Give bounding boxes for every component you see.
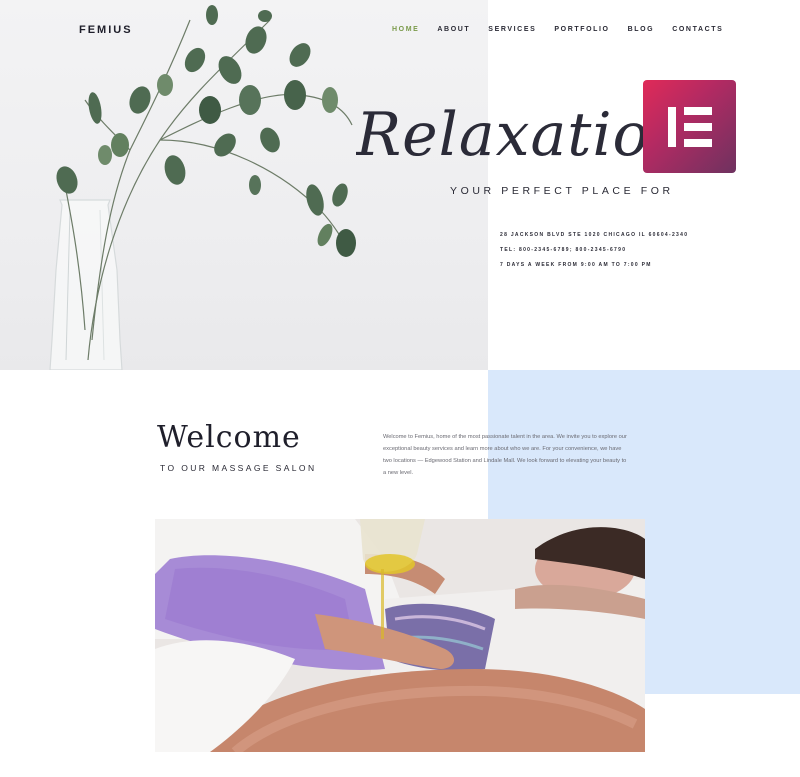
hero-phone: TEL: 800-2345-6789; 800-2345-6790 <box>500 247 627 253</box>
nav-portfolio[interactable]: PORTFOLIO <box>554 26 609 33</box>
main-nav: HOME ABOUT SERVICES PORTFOLIO BLOG CONTA… <box>392 26 741 33</box>
nav-about[interactable]: ABOUT <box>437 26 470 33</box>
welcome-title: Welcome <box>157 420 301 455</box>
hero-tagline: YOUR PERFECT PLACE FOR <box>450 185 674 197</box>
massage-image <box>155 519 645 752</box>
nav-blog[interactable]: BLOG <box>628 26 655 33</box>
massage-illustration <box>155 519 645 752</box>
page: FEMIUS HOME ABOUT SERVICES PORTFOLIO BLO… <box>0 0 800 777</box>
nav-contacts[interactable]: CONTACTS <box>672 26 723 33</box>
welcome-subtitle: TO OUR MASSAGE SALON <box>160 463 317 473</box>
hero-script-title: Relaxation <box>356 100 656 170</box>
nav-home[interactable]: HOME <box>392 26 419 33</box>
hero-image <box>0 0 488 370</box>
eucalyptus-vase-illustration <box>49 5 356 370</box>
elementor-logo-icon <box>643 80 736 173</box>
elementor-e-glyph <box>667 106 712 147</box>
hero-address: 28 JACKSON BLVD STE 1020 CHICAGO IL 6060… <box>500 232 689 238</box>
hero-hours: 7 DAYS A WEEK FROM 9:00 AM TO 7:00 PM <box>500 262 652 268</box>
nav-services[interactable]: SERVICES <box>488 26 536 33</box>
welcome-body: Welcome to Femius, home of the most pass… <box>383 434 627 476</box>
site-logo[interactable]: FEMIUS <box>79 24 133 36</box>
